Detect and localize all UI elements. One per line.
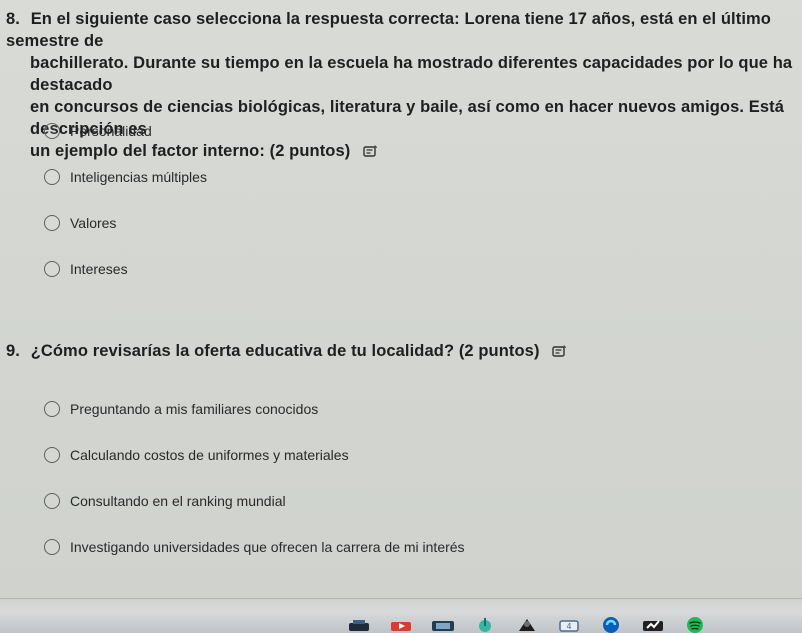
spotify-icon[interactable] <box>681 609 709 633</box>
option-investigando-universidades[interactable]: Investigando universidades que ofrecen l… <box>44 524 465 570</box>
option-label: Intereses <box>70 261 128 277</box>
radio-button[interactable] <box>44 169 60 185</box>
taskbar: 4 <box>0 598 802 633</box>
question-9-points: (2 puntos) <box>458 342 540 360</box>
immersive-reader-icon[interactable] <box>552 342 567 357</box>
option-personalidad[interactable]: Personalidad <box>44 108 207 154</box>
question-8-line1-text: En el siguiente caso selecciona la respu… <box>6 10 771 50</box>
radio-button[interactable] <box>44 539 60 555</box>
option-label: Inteligencias múltiples <box>70 169 207 185</box>
question-8-options: Personalidad Inteligencias múltiples Val… <box>44 108 207 292</box>
option-label: Personalidad <box>70 123 152 139</box>
question-9-line: 9. ¿Cómo revisarías la oferta educativa … <box>6 340 794 362</box>
music-icon[interactable] <box>471 609 499 633</box>
option-label: Valores <box>70 215 117 231</box>
option-valores[interactable]: Valores <box>44 200 207 246</box>
radio-button[interactable] <box>44 493 60 509</box>
radio-button[interactable] <box>44 261 60 277</box>
option-label: Calculando costos de uniformes y materia… <box>70 447 349 463</box>
question-9: 9. ¿Cómo revisarías la oferta educativa … <box>6 340 794 362</box>
question-9-options: Preguntando a mis familiares conocidos C… <box>44 386 465 570</box>
app-icon[interactable] <box>513 609 541 633</box>
radio-button[interactable] <box>44 123 60 139</box>
option-inteligencias-multiples[interactable]: Inteligencias múltiples <box>44 154 207 200</box>
question-9-prompt: ¿Cómo revisarías la oferta educativa de … <box>30 342 455 360</box>
video-icon[interactable] <box>387 609 415 633</box>
svg-text:4: 4 <box>566 622 571 631</box>
option-calculando-costos[interactable]: Calculando costos de uniformes y materia… <box>44 432 465 478</box>
question-9-number: 9. <box>6 342 20 360</box>
option-label: Investigando universidades que ofrecen l… <box>70 539 465 555</box>
radio-button[interactable] <box>44 215 60 231</box>
edge-icon[interactable] <box>597 609 625 633</box>
option-intereses[interactable]: Intereses <box>44 246 207 292</box>
app-icon[interactable] <box>345 609 373 633</box>
option-consultando-ranking[interactable]: Consultando en el ranking mundial <box>44 478 465 524</box>
option-label: Preguntando a mis familiares conocidos <box>70 401 319 417</box>
immersive-reader-icon[interactable] <box>363 142 378 157</box>
question-8-number: 8. <box>6 10 20 28</box>
radio-button[interactable] <box>44 447 60 463</box>
taskbar-icons: 4 <box>345 607 723 633</box>
question-8-line-2: bachillerato. Durante su tiempo en la es… <box>30 54 793 94</box>
app-icon[interactable] <box>429 609 457 633</box>
question-8-points: (2 puntos) <box>269 142 351 160</box>
app-icon[interactable]: 4 <box>555 609 583 633</box>
question-9-text: 9. ¿Cómo revisarías la oferta educativa … <box>6 340 794 362</box>
question-8-line-1: 8. En el siguiente caso selecciona la re… <box>6 8 794 52</box>
option-label: Consultando en el ranking mundial <box>70 493 286 509</box>
option-preguntando-familiares[interactable]: Preguntando a mis familiares conocidos <box>44 386 465 432</box>
app-icon[interactable] <box>639 609 667 633</box>
radio-button[interactable] <box>44 401 60 417</box>
